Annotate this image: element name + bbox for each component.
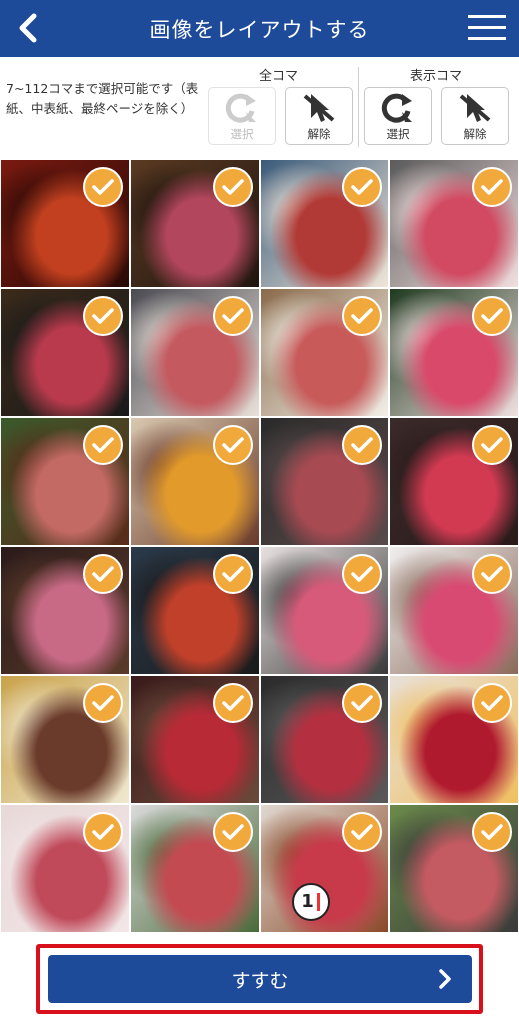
check-icon[interactable] (472, 167, 512, 207)
photo-tile[interactable] (389, 288, 519, 417)
check-icon[interactable] (342, 683, 383, 723)
check-icon[interactable] (82, 683, 123, 723)
page-title: 画像をレイアウトする (149, 17, 370, 42)
photo-tile[interactable] (0, 675, 130, 804)
photo-tile[interactable] (129, 159, 260, 288)
check-icon[interactable] (472, 296, 512, 336)
check-icon[interactable] (82, 425, 123, 465)
check-icon[interactable] (342, 812, 383, 852)
check-icon[interactable] (82, 167, 123, 207)
refresh-select-icon (225, 93, 256, 123)
photo-tile[interactable] (259, 675, 390, 804)
page-number-badge: 1 (291, 883, 330, 921)
photo-tile[interactable] (389, 159, 519, 288)
check-icon[interactable] (212, 296, 253, 336)
next-button[interactable]: すすむ (48, 955, 472, 1003)
next-button-label: すすむ (231, 969, 289, 992)
menu-button[interactable] (467, 10, 507, 46)
photo-tile[interactable] (259, 417, 390, 546)
check-icon[interactable] (472, 425, 512, 465)
check-icon[interactable] (472, 683, 512, 723)
check-icon[interactable] (342, 296, 383, 336)
check-icon[interactable] (212, 167, 253, 207)
shown-select-button[interactable]: 選択 (364, 87, 432, 145)
photo-tile[interactable] (259, 288, 390, 417)
photo-tile[interactable] (129, 288, 260, 417)
photo-tile[interactable] (129, 546, 260, 675)
toolbar-divider (358, 67, 359, 147)
deselect-icon (303, 94, 335, 122)
photo-tile[interactable] (389, 417, 519, 546)
photo-grid: 1 (0, 159, 519, 933)
photo-tile[interactable] (0, 804, 130, 933)
all-select-label: 選択 (230, 127, 254, 141)
photo-tile[interactable] (0, 417, 130, 546)
photo-tile[interactable] (0, 159, 130, 288)
check-icon[interactable] (212, 683, 253, 723)
check-icon[interactable] (342, 425, 383, 465)
shown-frames-label: 表示コマ (410, 69, 463, 84)
hamburger-menu-icon (468, 15, 506, 40)
photo-tile[interactable] (129, 804, 260, 933)
photo-tile[interactable] (259, 159, 390, 288)
check-icon[interactable] (342, 554, 383, 594)
deselect-icon (459, 94, 491, 122)
photo-tile[interactable] (389, 675, 519, 804)
photo-tile[interactable] (129, 675, 260, 804)
shown-deselect-label: 解除 (463, 127, 487, 141)
app-header: 画像をレイアウトする (0, 0, 519, 57)
all-frames-label: 全コマ (259, 69, 299, 84)
all-deselect-button[interactable]: 解除 (285, 87, 353, 145)
chevron-left-icon (19, 13, 37, 43)
selection-hint: 7~112コマまで選択可能です（表紙、中表紙、最終ページを除く） (6, 81, 199, 116)
page-number-text: 1 (301, 893, 320, 911)
shown-deselect-button[interactable]: 解除 (441, 87, 509, 145)
all-select-button[interactable]: 選択 (208, 87, 276, 145)
check-icon[interactable] (212, 812, 253, 852)
check-icon[interactable] (82, 554, 123, 594)
refresh-select-icon (381, 93, 412, 123)
photo-tile[interactable] (389, 804, 519, 933)
check-icon[interactable] (212, 554, 253, 594)
photo-tile[interactable] (0, 546, 130, 675)
all-deselect-label: 解除 (307, 127, 331, 141)
photo-tile[interactable] (389, 546, 519, 675)
check-icon[interactable] (82, 296, 123, 336)
shown-select-label: 選択 (386, 127, 410, 141)
check-icon[interactable] (212, 425, 253, 465)
check-icon[interactable] (82, 812, 123, 852)
check-icon[interactable] (472, 554, 512, 594)
photo-tile[interactable] (259, 546, 390, 675)
back-button[interactable] (8, 8, 48, 48)
check-icon[interactable] (342, 167, 383, 207)
photo-tile[interactable] (129, 417, 260, 546)
photo-tile[interactable]: 1 (259, 804, 390, 933)
photo-tile[interactable] (0, 288, 130, 417)
check-icon[interactable] (472, 812, 512, 852)
chevron-right-icon (439, 969, 451, 989)
selection-toolbar: 7~112コマまで選択可能です（表紙、中表紙、最終ページを除く） 全コマ 表示コ… (0, 57, 519, 157)
